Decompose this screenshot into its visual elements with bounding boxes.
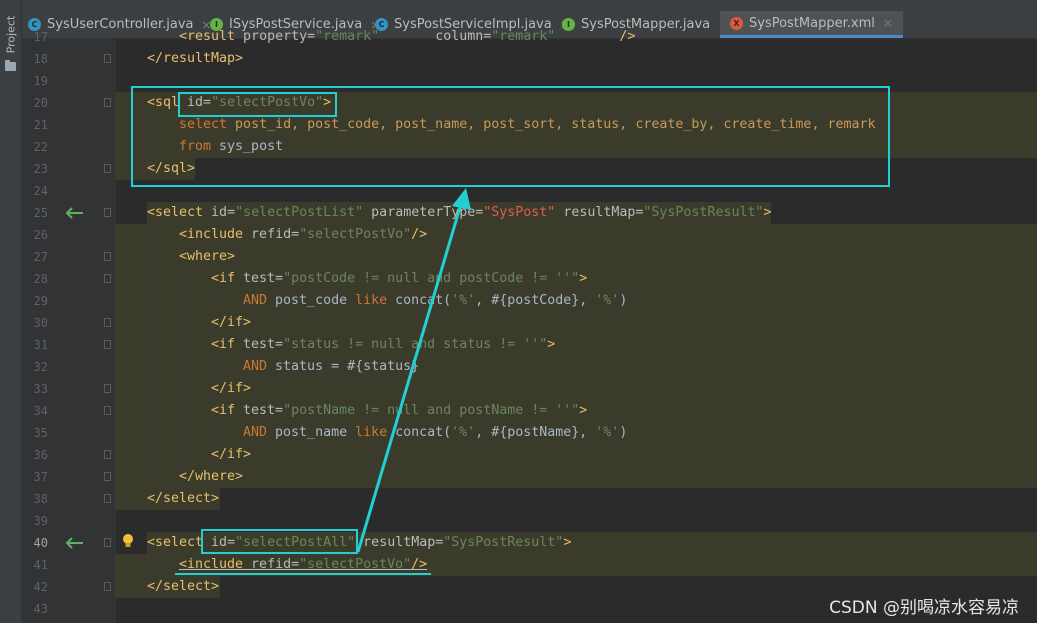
line-number: 41 [33,558,48,572]
folder-icon [5,60,16,71]
code-line: <select id="selectPostList" parameterTyp… [147,205,772,220]
line-number: 35 [33,426,48,440]
fold-marker[interactable] [104,384,111,393]
line-number-current: 40 [33,536,48,550]
line-number: 43 [33,602,48,616]
fold-marker[interactable] [104,494,111,503]
annotation-box-select-id [201,529,358,554]
indent-guide [147,224,148,488]
code-line: </where> [179,469,244,484]
navigate-to-method-arrow-icon[interactable] [64,206,84,220]
line-number: 39 [33,514,48,528]
line-number: 29 [33,294,48,308]
code-line: AND status = #{status} [243,359,420,374]
code-line: </if> [211,315,252,330]
code-line: </resultMap> [147,51,244,66]
close-icon[interactable]: × [883,16,893,30]
line-number: 26 [33,228,48,242]
line-number: 27 [33,250,48,264]
code-line: </select> [147,579,220,594]
line-number: 17 [33,30,48,44]
fold-marker[interactable] [104,318,111,327]
code-line: </if> [211,381,252,396]
indent-guide [211,356,212,378]
line-number: 24 [33,184,48,198]
line-number: 25 [33,206,48,220]
line-number: 20 [33,96,48,110]
navigate-to-method-arrow-icon[interactable] [64,536,84,550]
indent-guide [211,422,212,444]
line-number: 30 [33,316,48,330]
code-line: <if test="status != null and status != '… [211,337,556,352]
lightbulb-icon[interactable] [122,533,134,549]
code-line: AND post_code like concat('%', #{postCod… [243,293,628,308]
line-number: 38 [33,492,48,506]
line-number: 22 [33,140,48,154]
line-number: 28 [33,272,48,286]
breadcrumb-strip [22,0,1037,11]
code-line: </select> [147,491,220,506]
fold-marker[interactable] [104,538,111,547]
annotation-underline-include [175,573,431,575]
code-line: <result property="remark" column="remark… [179,29,636,44]
fold-marker[interactable] [104,54,111,63]
fold-marker[interactable] [104,450,111,459]
fold-marker[interactable] [104,208,111,217]
fold-marker[interactable] [104,472,111,481]
code-line: </if> [211,447,252,462]
line-number: 37 [33,470,48,484]
xml-file-icon: X [730,16,743,30]
code-line: <if test="postName != null and postName … [211,403,588,418]
fold-marker[interactable] [104,406,111,415]
code-line: <if test="postCode != null and postCode … [211,271,588,286]
project-tool-strip: Project [0,0,22,623]
fold-marker[interactable] [104,98,111,107]
fold-marker[interactable] [104,164,111,173]
indent-guide [179,268,180,466]
line-number: 19 [33,74,48,88]
watermark: CSDN @别喝凉水容易凉 [829,598,1019,618]
code-line: <include refid="selectPostVo"/> [179,227,428,242]
indent-guide [147,554,148,576]
fold-marker[interactable] [104,274,111,283]
code-line: AND post_name like concat('%', #{postNam… [243,425,628,440]
line-number: 32 [33,360,48,374]
line-number: 36 [33,448,48,462]
line-number: 42 [33,580,48,594]
fold-marker[interactable] [104,340,111,349]
line-number: 34 [33,404,48,418]
code-line: <where> [179,249,236,264]
project-tool-button[interactable]: Project [2,8,19,60]
line-number: 18 [33,52,48,66]
indent-guide [211,290,212,312]
fold-marker[interactable] [104,582,111,591]
tab-syspostmapper-xml[interactable]: X SysPostMapper.xml × [720,11,903,38]
fold-marker[interactable] [104,252,111,261]
line-number: 21 [33,118,48,132]
line-number: 33 [33,382,48,396]
annotation-box-sql-id [178,92,337,117]
line-number: 31 [33,338,48,352]
line-number: 23 [33,162,48,176]
